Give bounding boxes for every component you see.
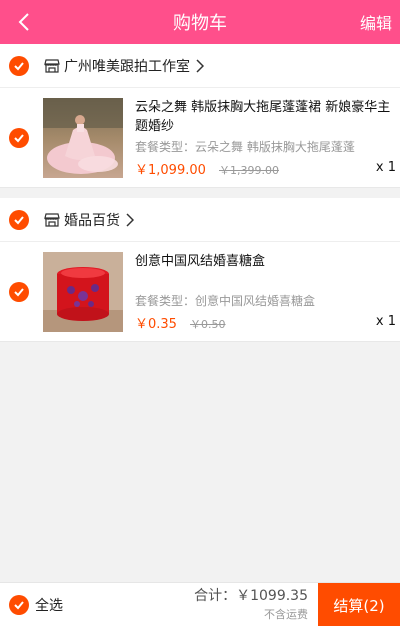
checkmark-icon	[14, 133, 24, 142]
select-all-checkbox[interactable]	[9, 594, 29, 615]
checkmark-icon	[14, 61, 24, 70]
store-icon	[44, 58, 60, 74]
product-name[interactable]: 创意中国风结婚喜糖盒	[135, 252, 391, 271]
shop-name[interactable]: 广州唯美跟拍工作室	[64, 56, 190, 76]
shop-header: 广州唯美跟拍工作室	[0, 44, 400, 88]
page-title: 购物车	[173, 13, 227, 34]
edit-button[interactable]: 编辑	[360, 10, 392, 34]
total-label: 合计：	[194, 588, 237, 604]
checkmark-icon	[14, 600, 24, 609]
product-price: ￥0.35	[135, 316, 177, 332]
item-info: 创意中国风结婚喜糖盒 套餐类型：创意中国风结婚喜糖盒 ￥0.35 ￥0.50	[135, 252, 391, 332]
item-info: 云朵之舞 韩版抹胸大拖尾蓬蓬裙 新娘豪华主题婚纱 套餐类型：云朵之舞 韩版抹胸大…	[135, 98, 391, 178]
chevron-right-icon[interactable]	[196, 58, 204, 73]
shop-group: 婚品百货 创意中国风结婚喜糖盒 套餐类型：创意中国风结婚喜糖盒 ￥0.35 ￥0…	[0, 198, 400, 342]
original-price: ￥1,399.00	[219, 163, 279, 177]
cart-item: 云朵之舞 韩版抹胸大拖尾蓬蓬裙 新娘豪华主题婚纱 套餐类型：云朵之舞 韩版抹胸大…	[0, 88, 400, 188]
item-checkbox[interactable]	[9, 281, 29, 302]
cart-footer: 全选 合计：￥1099.35 不含运费 结算(2)	[0, 582, 400, 626]
price-row: ￥1,099.00 ￥1,399.00	[135, 159, 279, 178]
product-price: ￥1,099.00	[135, 162, 206, 178]
item-checkbox[interactable]	[9, 127, 29, 148]
shop-checkbox[interactable]	[9, 209, 29, 230]
checkout-button[interactable]: 结算(2)	[318, 583, 400, 626]
product-spec: 套餐类型：创意中国风结婚喜糖盒	[135, 293, 316, 308]
shop-name[interactable]: 婚品百货	[64, 210, 120, 230]
shop-checkbox[interactable]	[9, 55, 29, 76]
product-name[interactable]: 云朵之舞 韩版抹胸大拖尾蓬蓬裙 新娘豪华主题婚纱	[135, 98, 391, 136]
product-quantity: x 1	[375, 314, 396, 329]
store-icon	[44, 212, 60, 228]
total-summary: 合计：￥1099.35 不含运费	[194, 585, 308, 622]
shop-header: 婚品百货	[0, 198, 400, 242]
shop-group: 广州唯美跟拍工作室 云朵之舞 韩版抹胸大拖尾蓬蓬裙 新娘豪华主题婚纱 套餐类型：…	[0, 44, 400, 188]
checkmark-icon	[14, 287, 24, 296]
checkmark-icon	[14, 215, 24, 224]
chevron-left-icon	[18, 13, 29, 31]
product-image[interactable]	[43, 251, 123, 332]
total-amount: ￥1099.35	[236, 588, 308, 604]
cart-item: 创意中国风结婚喜糖盒 套餐类型：创意中国风结婚喜糖盒 ￥0.35 ￥0.50 x…	[0, 242, 400, 342]
select-all-label[interactable]: 全选	[35, 595, 63, 615]
nav-bar: 购物车 编辑	[0, 0, 400, 44]
original-price: ￥0.50	[190, 317, 226, 331]
back-button[interactable]	[6, 0, 42, 44]
product-quantity: x 1	[375, 160, 396, 175]
price-row: ￥0.35 ￥0.50	[135, 313, 226, 332]
shipping-note: 不含运费	[264, 608, 308, 621]
product-spec: 套餐类型：云朵之舞 韩版抹胸大拖尾蓬蓬	[135, 139, 355, 154]
chevron-right-icon[interactable]	[126, 212, 134, 227]
product-image[interactable]	[43, 97, 123, 178]
